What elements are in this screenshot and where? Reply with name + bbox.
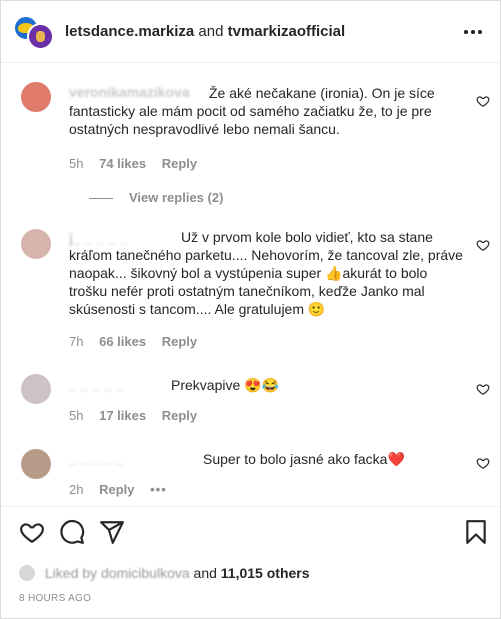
post-author-line: letsdance.markiza and tvmarkizaofficial [65, 23, 345, 40]
comment-time[interactable]: 2h [69, 482, 83, 497]
post-actions: Liked by domicibulkova and 11,015 others… [1, 506, 500, 618]
avatar-tvmarkiza[interactable] [27, 23, 54, 50]
comment-meta: 7h 66 likes Reply [69, 334, 209, 349]
liker-username[interactable]: domicibulkova [101, 565, 190, 581]
author-joiner: and [194, 23, 228, 40]
more-options-icon[interactable] [463, 23, 483, 39]
comment-body: Že aké nečakane (ironia). On je síce fan… [69, 85, 435, 137]
comment-text: Už v prvom kole bolo vidieť, kto sa stan… [69, 228, 469, 318]
comment-username[interactable]: _ _ _ _ _ [69, 376, 124, 392]
avatar[interactable] [21, 449, 51, 479]
comment-text: Že aké nečakane (ironia). On je síce fan… [69, 84, 469, 138]
comment-meta: 5h 17 likes Reply [69, 408, 209, 423]
liked-by-line: Liked by domicibulkova and 11,015 others [19, 565, 310, 581]
author-link-tvmarkiza[interactable]: tvmarkizaofficial [228, 23, 346, 40]
comment-body: Už v prvom kole bolo vidieť, kto sa stan… [69, 229, 463, 317]
like-heart-icon[interactable] [476, 94, 490, 108]
reply-button[interactable]: Reply [162, 334, 197, 349]
account-avatars[interactable] [13, 15, 55, 51]
reply-button[interactable]: Reply [99, 482, 134, 497]
reply-button[interactable]: Reply [162, 408, 197, 423]
comment-time[interactable]: 5h [69, 156, 83, 171]
liked-by-and: and [193, 565, 217, 581]
comment-more-options[interactable]: ••• [150, 482, 167, 497]
avatar[interactable] [21, 374, 51, 404]
comment-likes[interactable]: 17 likes [99, 408, 146, 423]
like-heart-icon[interactable] [19, 519, 45, 545]
share-send-icon[interactable] [99, 519, 125, 545]
bookmark-icon[interactable] [463, 519, 489, 545]
reply-button[interactable]: Reply [162, 156, 197, 171]
post-header: letsdance.markiza and tvmarkizaofficial [1, 1, 500, 63]
view-replies-button[interactable]: View replies (2) [89, 190, 223, 205]
author-link-letsdance[interactable]: letsdance.markiza [65, 23, 194, 40]
like-heart-icon[interactable] [476, 382, 490, 396]
comment-bubble-icon[interactable] [59, 519, 85, 545]
comment-username[interactable]: _ _ _ _ _ [69, 450, 124, 466]
post-timestamp[interactable]: 8 HOURS AGO [19, 593, 91, 604]
comment-meta: 2h Reply ••• [69, 482, 179, 497]
like-heart-icon[interactable] [476, 238, 490, 252]
comment-time[interactable]: 5h [69, 408, 83, 423]
liked-by-label: Liked by [44, 565, 98, 581]
comment-text: Super to bolo jasné ako facka❤️ [203, 450, 473, 468]
comment-likes[interactable]: 66 likes [99, 334, 146, 349]
comment-likes[interactable]: 74 likes [99, 156, 146, 171]
liker-avatar[interactable] [19, 565, 35, 581]
avatar[interactable] [21, 229, 51, 259]
post-panel: letsdance.markiza and tvmarkizaofficial … [0, 0, 501, 619]
comment-meta: 5h 74 likes Reply [69, 156, 209, 171]
comment-body: Prekvapive 😍😂 [171, 377, 280, 393]
comment-time[interactable]: 7h [69, 334, 83, 349]
likes-count-link[interactable]: 11,015 others [221, 565, 310, 581]
like-heart-icon[interactable] [476, 456, 490, 470]
comment-body: Super to bolo jasné ako facka❤️ [203, 451, 405, 467]
comments-list: veronikamazikova Že aké nečakane (ironia… [1, 64, 500, 504]
comment-text: Prekvapive 😍😂 [171, 376, 471, 394]
avatar[interactable] [21, 82, 51, 112]
